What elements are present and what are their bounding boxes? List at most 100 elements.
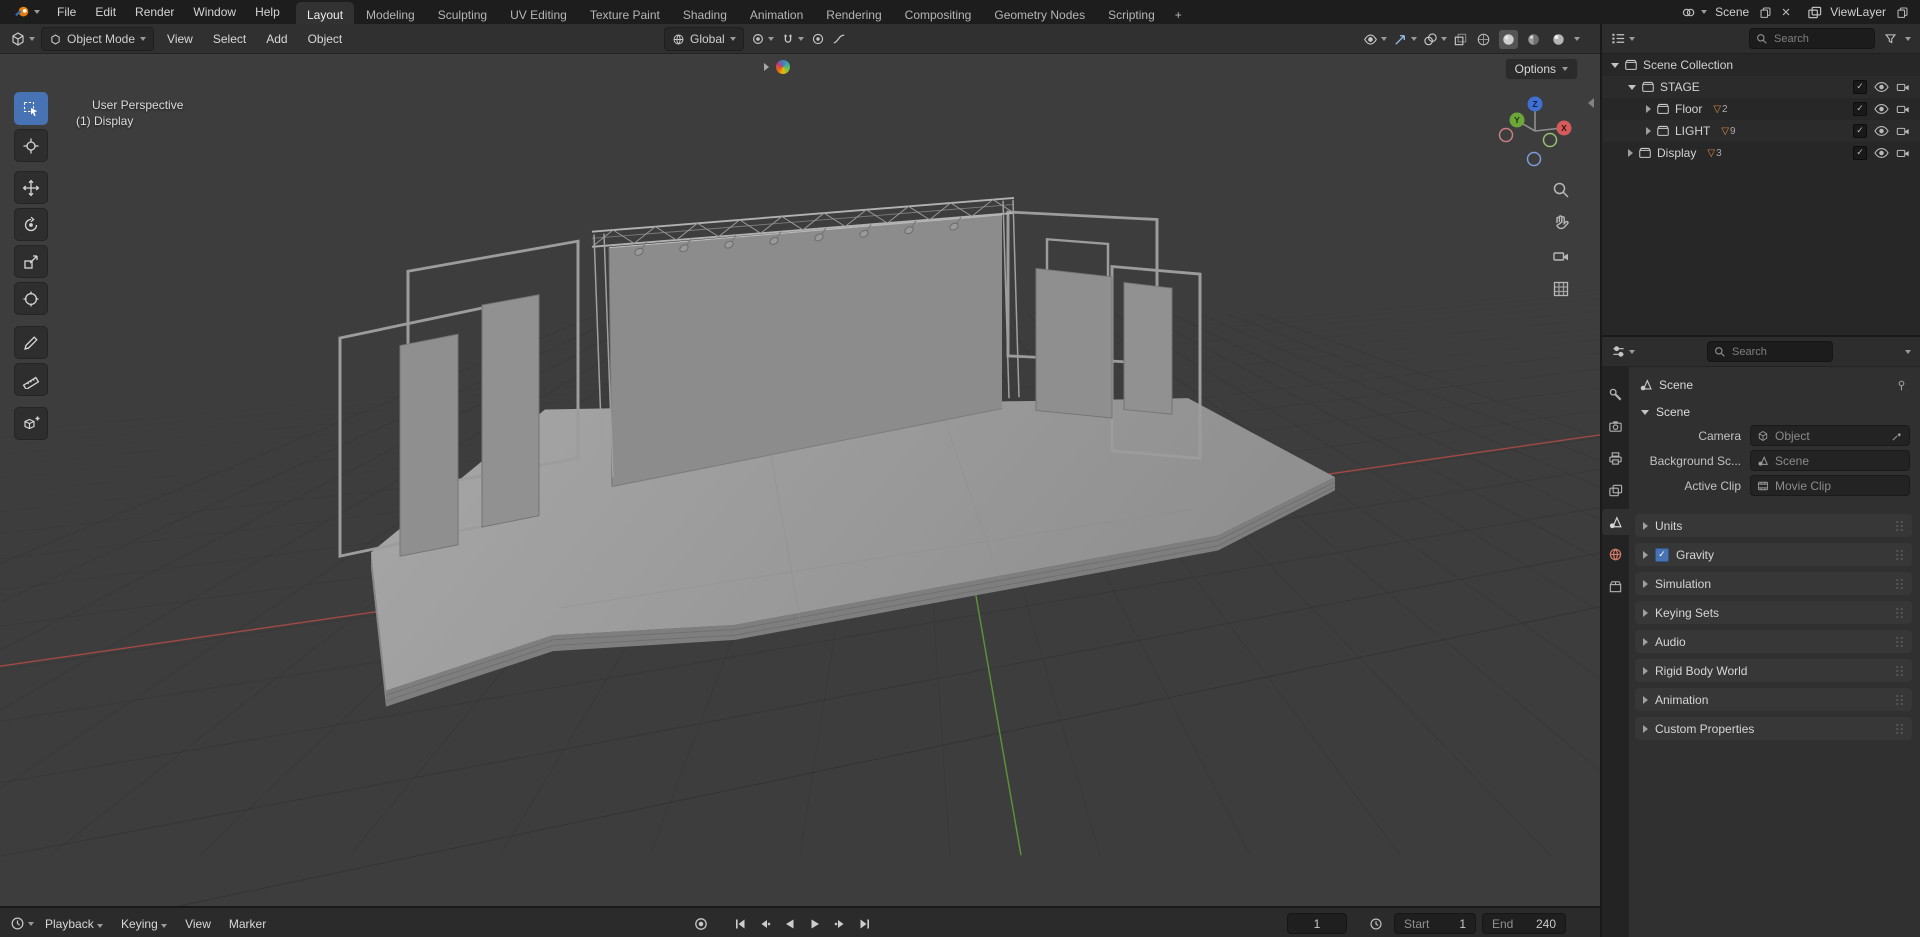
next-keyframe-button[interactable] bbox=[829, 913, 850, 934]
exclude-checkbox[interactable]: ✓ bbox=[1853, 102, 1867, 116]
exclude-checkbox[interactable]: ✓ bbox=[1853, 80, 1867, 94]
banner-left-1[interactable] bbox=[399, 333, 459, 557]
tab-uv-editing[interactable]: UV Editing bbox=[499, 2, 578, 24]
play-button[interactable] bbox=[804, 913, 825, 934]
unlink-scene-button[interactable] bbox=[1778, 4, 1794, 20]
background-scene-field[interactable]: Scene bbox=[1750, 450, 1910, 471]
eyedropper-icon[interactable] bbox=[1891, 430, 1903, 442]
blender-menu-button[interactable] bbox=[8, 5, 47, 20]
jump-to-start-button[interactable] bbox=[729, 913, 750, 934]
preview-range-toggle[interactable] bbox=[1365, 913, 1386, 934]
tab-modeling[interactable]: Modeling bbox=[355, 2, 426, 24]
mode-selector[interactable]: Object Mode bbox=[41, 27, 155, 51]
section-keying-sets[interactable]: Keying Sets bbox=[1635, 601, 1912, 624]
properties-search[interactable] bbox=[1707, 341, 1833, 362]
gizmo-minus-z-axis[interactable] bbox=[1526, 151, 1542, 167]
chevron-down-icon[interactable] bbox=[1905, 36, 1911, 41]
banner-left-2[interactable] bbox=[481, 294, 540, 528]
outliner-row-floor[interactable]: Floor ▽ 2 ✓ bbox=[1602, 98, 1920, 120]
disclosure-triangle-icon[interactable] bbox=[1646, 105, 1651, 113]
menu-select[interactable]: Select bbox=[206, 29, 253, 49]
section-units[interactable]: Units bbox=[1635, 514, 1912, 537]
active-clip-field[interactable]: Movie Clip bbox=[1750, 475, 1910, 496]
tab-tool-properties[interactable] bbox=[1602, 381, 1629, 407]
gizmos-toggle[interactable] bbox=[1393, 32, 1417, 47]
hide-eye-icon[interactable] bbox=[1874, 103, 1889, 115]
timeline-editor-selector[interactable] bbox=[10, 916, 34, 931]
disclosure-triangle-icon[interactable] bbox=[1628, 84, 1636, 90]
shading-material-button[interactable] bbox=[1524, 30, 1543, 49]
tool-scale[interactable] bbox=[14, 245, 48, 278]
outliner-row-stage[interactable]: STAGE ✓ bbox=[1602, 76, 1920, 98]
tab-geometry-nodes[interactable]: Geometry Nodes bbox=[983, 2, 1096, 24]
menu-window[interactable]: Window bbox=[184, 3, 245, 21]
tool-annotate[interactable] bbox=[14, 326, 48, 359]
gizmo-minus-y-axis[interactable] bbox=[1542, 132, 1558, 148]
viewport-canvas[interactable] bbox=[0, 54, 1600, 906]
scene-section-header[interactable]: Scene bbox=[1635, 401, 1912, 423]
expand-tool-settings-arrow[interactable] bbox=[764, 63, 769, 71]
section-rigid-body-world[interactable]: Rigid Body World bbox=[1635, 659, 1912, 682]
proportional-falloff-selector[interactable] bbox=[832, 32, 846, 46]
drag-grip-icon[interactable] bbox=[1895, 694, 1904, 705]
pan-button[interactable] bbox=[1550, 212, 1572, 234]
disclosure-triangle-icon[interactable] bbox=[1646, 127, 1651, 135]
hide-eye-icon[interactable] bbox=[1874, 125, 1889, 137]
tab-shading[interactable]: Shading bbox=[672, 2, 738, 24]
scene-selector[interactable]: Scene bbox=[1712, 5, 1752, 19]
tab-scene-properties[interactable] bbox=[1602, 509, 1629, 535]
new-scene-button[interactable] bbox=[1757, 4, 1773, 20]
outliner-search[interactable] bbox=[1749, 28, 1875, 49]
drag-grip-icon[interactable] bbox=[1895, 607, 1904, 618]
shading-rendered-button[interactable] bbox=[1549, 30, 1568, 49]
tab-scripting[interactable]: Scripting bbox=[1097, 2, 1166, 24]
section-animation[interactable]: Animation bbox=[1635, 688, 1912, 711]
start-frame-field[interactable]: Start 1 bbox=[1394, 913, 1476, 934]
object-visibility-selector[interactable] bbox=[1363, 32, 1387, 47]
new-view-layer-button[interactable] bbox=[1894, 4, 1910, 20]
tab-animation[interactable]: Animation bbox=[739, 2, 814, 24]
section-audio[interactable]: Audio bbox=[1635, 630, 1912, 653]
gizmo-minus-x-axis[interactable] bbox=[1498, 127, 1514, 143]
outliner-editor-selector[interactable] bbox=[1611, 31, 1635, 46]
section-simulation[interactable]: Simulation bbox=[1635, 572, 1912, 595]
tab-rendering[interactable]: Rendering bbox=[815, 2, 892, 24]
tab-collection-properties[interactable] bbox=[1602, 573, 1629, 599]
tool-transform[interactable] bbox=[14, 282, 48, 315]
menu-playback[interactable]: Playback bbox=[38, 914, 110, 934]
menu-render[interactable]: Render bbox=[126, 3, 183, 21]
disable-render-camera-icon[interactable] bbox=[1896, 125, 1910, 137]
toggle-ortho-button[interactable] bbox=[1550, 278, 1572, 300]
view-layer-selector[interactable]: ViewLayer bbox=[1827, 5, 1889, 19]
exclude-checkbox[interactable]: ✓ bbox=[1853, 124, 1867, 138]
shading-wireframe-button[interactable] bbox=[1474, 30, 1493, 49]
drag-grip-icon[interactable] bbox=[1895, 636, 1904, 647]
tab-sculpting[interactable]: Sculpting bbox=[427, 2, 498, 24]
menu-object[interactable]: Object bbox=[301, 29, 350, 49]
tab-compositing[interactable]: Compositing bbox=[894, 2, 983, 24]
drag-grip-icon[interactable] bbox=[1895, 578, 1904, 589]
chevron-down-icon[interactable] bbox=[1701, 10, 1708, 14]
pin-button[interactable] bbox=[1895, 379, 1908, 392]
tab-view-layer-properties[interactable] bbox=[1602, 477, 1629, 503]
prev-keyframe-button[interactable] bbox=[754, 913, 775, 934]
section-gravity[interactable]: ✓ Gravity bbox=[1635, 543, 1912, 566]
auto-keying-toggle[interactable] bbox=[690, 913, 711, 934]
transform-orientation-selector[interactable]: Global bbox=[664, 27, 744, 51]
snap-target-selector[interactable] bbox=[751, 32, 774, 46]
tab-layout[interactable]: Layout bbox=[296, 2, 355, 24]
tab-render-properties[interactable] bbox=[1602, 413, 1629, 439]
hide-eye-icon[interactable] bbox=[1874, 81, 1889, 93]
tool-measure[interactable] bbox=[14, 363, 48, 396]
properties-editor-selector[interactable] bbox=[1611, 344, 1635, 359]
chevron-down-icon[interactable] bbox=[1905, 349, 1911, 354]
menu-marker[interactable]: Marker bbox=[222, 914, 273, 934]
camera-field[interactable]: Object bbox=[1750, 425, 1910, 446]
gravity-checkbox[interactable]: ✓ bbox=[1655, 547, 1669, 562]
zoom-button[interactable] bbox=[1550, 179, 1572, 201]
snap-toggle[interactable] bbox=[781, 32, 804, 46]
exclude-checkbox[interactable]: ✓ bbox=[1853, 146, 1867, 160]
tab-world-properties[interactable] bbox=[1602, 541, 1629, 567]
drag-grip-icon[interactable] bbox=[1895, 665, 1904, 676]
outliner-row-display[interactable]: Display ▽ 3 ✓ bbox=[1602, 142, 1920, 164]
